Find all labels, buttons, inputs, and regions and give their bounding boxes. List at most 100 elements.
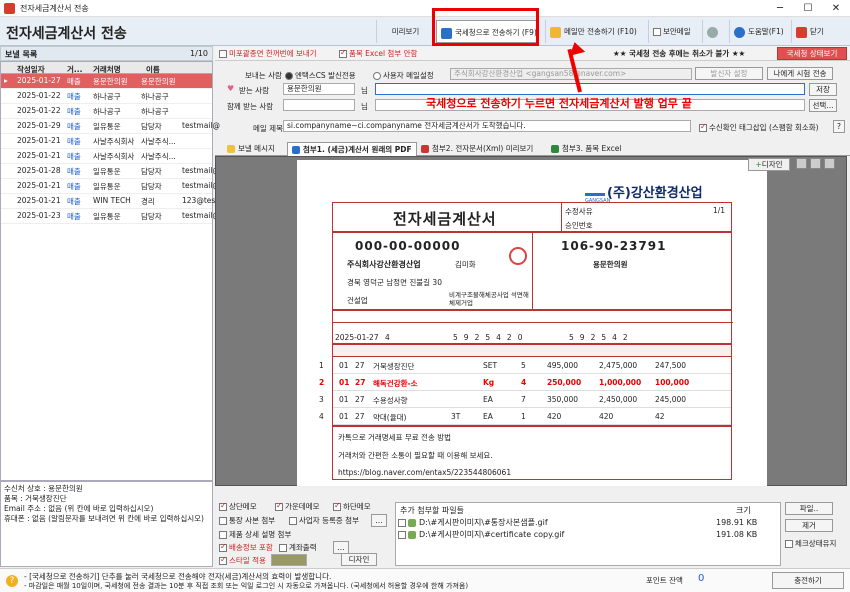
supplier-biz-item: 비계구조물해체공사업 석면해체제거업 (449, 291, 529, 307)
tab-xml[interactable]: 첨부2. 전자문서(Xml) 미리보기 (417, 142, 537, 156)
help-q-button[interactable]: ? (833, 120, 845, 133)
party-block: 000-00-00000 주식회사강산환경산업 김미화 경북 영덕군 남정면 진… (332, 232, 732, 311)
account-print-checkbox[interactable]: 계좌출력 (279, 542, 317, 553)
table-row[interactable]: 2025-01-21 매출 WIN TECH 경리 123@test. (1, 194, 221, 209)
sender-select[interactable]: 주식회사강산환경산업 <gangsan58@naver.com> (450, 68, 692, 80)
bundle-send-label: 미포괄종면 한꺼번에 보내기 (229, 49, 317, 58)
receiver-name-input[interactable]: 용문한의원 (283, 83, 355, 95)
style-select[interactable] (271, 554, 307, 566)
recipient-info: 수신처 상호 : 용문한의원 품목 : 거북생장진단 Email 주소 : 없음… (0, 481, 213, 567)
table-row[interactable]: 2025-01-22 매출 하나공구 하나공구 (1, 104, 212, 119)
send-list-title: 보낼 목록 (5, 50, 38, 59)
status-line-2: - 마감일은 매월 10일이며, 국세청에 전송 결과는 10분 후 직접 조회… (24, 582, 469, 590)
close-window-button[interactable]: ✕ (822, 1, 850, 16)
table-row[interactable]: 2025-01-21 매출 일유통운 담당자 testmail@ (1, 179, 220, 194)
company-logo-text: (주)강산환경산업 (607, 186, 703, 201)
table-header: 작성일자 거... 거래처명 이름 (1, 62, 212, 74)
table-row[interactable]: 2025-01-28 매출 일유통운 담당자 testmail@ (1, 164, 220, 179)
tax-digits: 592542 (569, 333, 634, 342)
maximize-button[interactable]: ☐ (794, 1, 822, 16)
cell-date: 2025-01-22 (17, 106, 61, 115)
size-header: 크기 (736, 506, 751, 515)
info-line: 휴대폰 : 없음 (알림문자를 보내려면 위 칸에 바로 입력하십시오) (4, 514, 204, 523)
cell-type: 매출 (67, 197, 81, 206)
item-d: 27 (355, 361, 365, 370)
excel-attach-checkbox[interactable]: 품목 Excel 첨부 안함 (339, 48, 417, 59)
add-file-button[interactable]: 파일.. (785, 502, 833, 515)
cell-type: 매출 (67, 182, 81, 191)
company-logo-icon (585, 182, 605, 196)
more-button[interactable]: ... (371, 514, 387, 527)
subject-input[interactable]: si.companyname~ci.companyname 전자세금계산서가 도… (283, 120, 691, 132)
table-row[interactable]: 2025-01-29 매출 일유통운 담당자 testmail@ (1, 119, 220, 134)
cell-name: 담당자 (141, 122, 162, 131)
keep-check-checkbox[interactable]: 체크상태유지 (785, 538, 836, 549)
keep-check-label: 체크상태유지 (795, 539, 837, 548)
preview-button[interactable]: 미리보기 (376, 20, 434, 43)
attachment-row[interactable]: D:\#게시판이미지\#통장사본샘플.gif (398, 517, 548, 528)
settings-button[interactable] (702, 20, 727, 43)
cancel-notice: ★★ 국세청 전송 후에는 취소가 불가 ★★ (613, 49, 746, 58)
help-button[interactable]: 도움말(F1) (729, 20, 789, 43)
attachment-row[interactable]: D:\#게시판이미지\#certificate copy.gif (398, 529, 564, 540)
save-icon[interactable] (810, 158, 821, 169)
print-icon[interactable] (796, 158, 807, 169)
attachment-name: D:\#게시판이미지\#certificate copy.gif (419, 530, 565, 539)
customer-brn: 106-90-23791 (561, 239, 667, 253)
memo-top-checkbox[interactable]: 상단메모 (219, 501, 257, 512)
tab-pdf[interactable]: 첨부1. (세금)계산서 원래의 PDF (287, 142, 417, 156)
cell-date: 2025-01-21 (17, 181, 61, 190)
product-desc-checkbox[interactable]: 제품 상세 설명 첨부 (219, 529, 291, 540)
close-button[interactable]: 닫기 (791, 20, 846, 43)
receiver-email-input[interactable] (375, 83, 805, 95)
zoom-icon[interactable] (824, 158, 835, 169)
supplier-name: 주식회사강산환경산업 (347, 260, 421, 269)
style-apply-checkbox[interactable]: 스타일 적용 (219, 555, 266, 566)
design-button[interactable]: +디자인 (748, 158, 790, 171)
window-title: 전자세금계산서 전송 (20, 4, 89, 13)
sender-setting-button[interactable]: 발신자 설정 (695, 67, 763, 80)
pay-info-checkbox[interactable]: 배송정보 포함 (219, 542, 273, 553)
table-row[interactable]: 2025-01-23 매출 일유통운 담당자 testmail@ (1, 209, 220, 224)
tab-message[interactable]: 보낼 메시지 (223, 142, 279, 156)
save-button[interactable]: 저장 (809, 83, 837, 96)
table-row[interactable]: 2025-01-21 매출 사날주식회사 사날주식... (1, 134, 212, 149)
item-supply: 2,450,000 (599, 395, 638, 404)
cell-client: 용문한의원 (93, 77, 128, 86)
nts-status-button[interactable]: 국세청 상태보기 (777, 47, 847, 60)
cell-client: 사날주식회사 (93, 152, 135, 161)
secure-mail-checkbox[interactable]: 보안메일 (648, 20, 700, 43)
bank-copy-checkbox[interactable]: 통장 사본 첨부 (219, 515, 275, 526)
send-email-only-button[interactable]: 메일만 전송하기 (F10) (545, 20, 647, 43)
supplier-address: 경북 영덕군 남정면 진불길 30 (347, 278, 442, 287)
biz-reg-checkbox[interactable]: 사업자 등록증 첨부 (289, 515, 359, 526)
select-button[interactable]: 선택... (809, 99, 837, 112)
radio-entax[interactable]: 엔택스CS 발신전용 (285, 70, 356, 81)
table-row[interactable]: ▸ 2025-01-27 매출 용문한의원 용문한의원 (1, 74, 212, 89)
item-m: 01 (339, 395, 349, 404)
minimize-button[interactable]: ─ (766, 1, 794, 16)
tab-excel[interactable]: 첨부3. 품목 Excel (547, 142, 625, 156)
help-icon (734, 26, 745, 38)
point-label: 포인트 잔액 (646, 576, 683, 585)
memo-bottom-checkbox[interactable]: 하단메모 (333, 501, 371, 512)
radio-user-mail[interactable]: 사용자 메일설정 (373, 70, 434, 81)
remove-file-button[interactable]: 제거 (785, 519, 833, 532)
item-qty: 7 (521, 395, 526, 404)
item-spec: 3T (451, 412, 461, 421)
memo-bottom-label: 하단메모 (343, 502, 371, 511)
cell-type: 매출 (67, 212, 81, 221)
cell-client: WIN TECH (93, 196, 131, 205)
test-send-button[interactable]: 나에게 시험 전송 (767, 67, 833, 80)
charge-button[interactable]: 충전하기 (772, 572, 844, 589)
bundle-send-checkbox[interactable]: 미포괄종면 한꺼번에 보내기 (219, 48, 317, 59)
table-row[interactable]: 2025-01-22 매출 하나공구 하나공구 (1, 89, 212, 104)
table-row[interactable]: 2025-01-21 매출 사날주식회사 사날주식... (1, 149, 212, 164)
cc-name-input[interactable] (283, 99, 355, 111)
style-design-button[interactable]: 디자인 (341, 553, 377, 566)
read-confirm-checkbox[interactable]: 수신확인 태그삽입 (스팸함 회소화) (699, 122, 819, 133)
cell-date: 2025-01-21 (17, 136, 61, 145)
account-print-label: 계좌출력 (289, 543, 317, 552)
memo-center-checkbox[interactable]: 가운데메모 (275, 501, 320, 512)
item-tax: 42 (655, 412, 665, 421)
